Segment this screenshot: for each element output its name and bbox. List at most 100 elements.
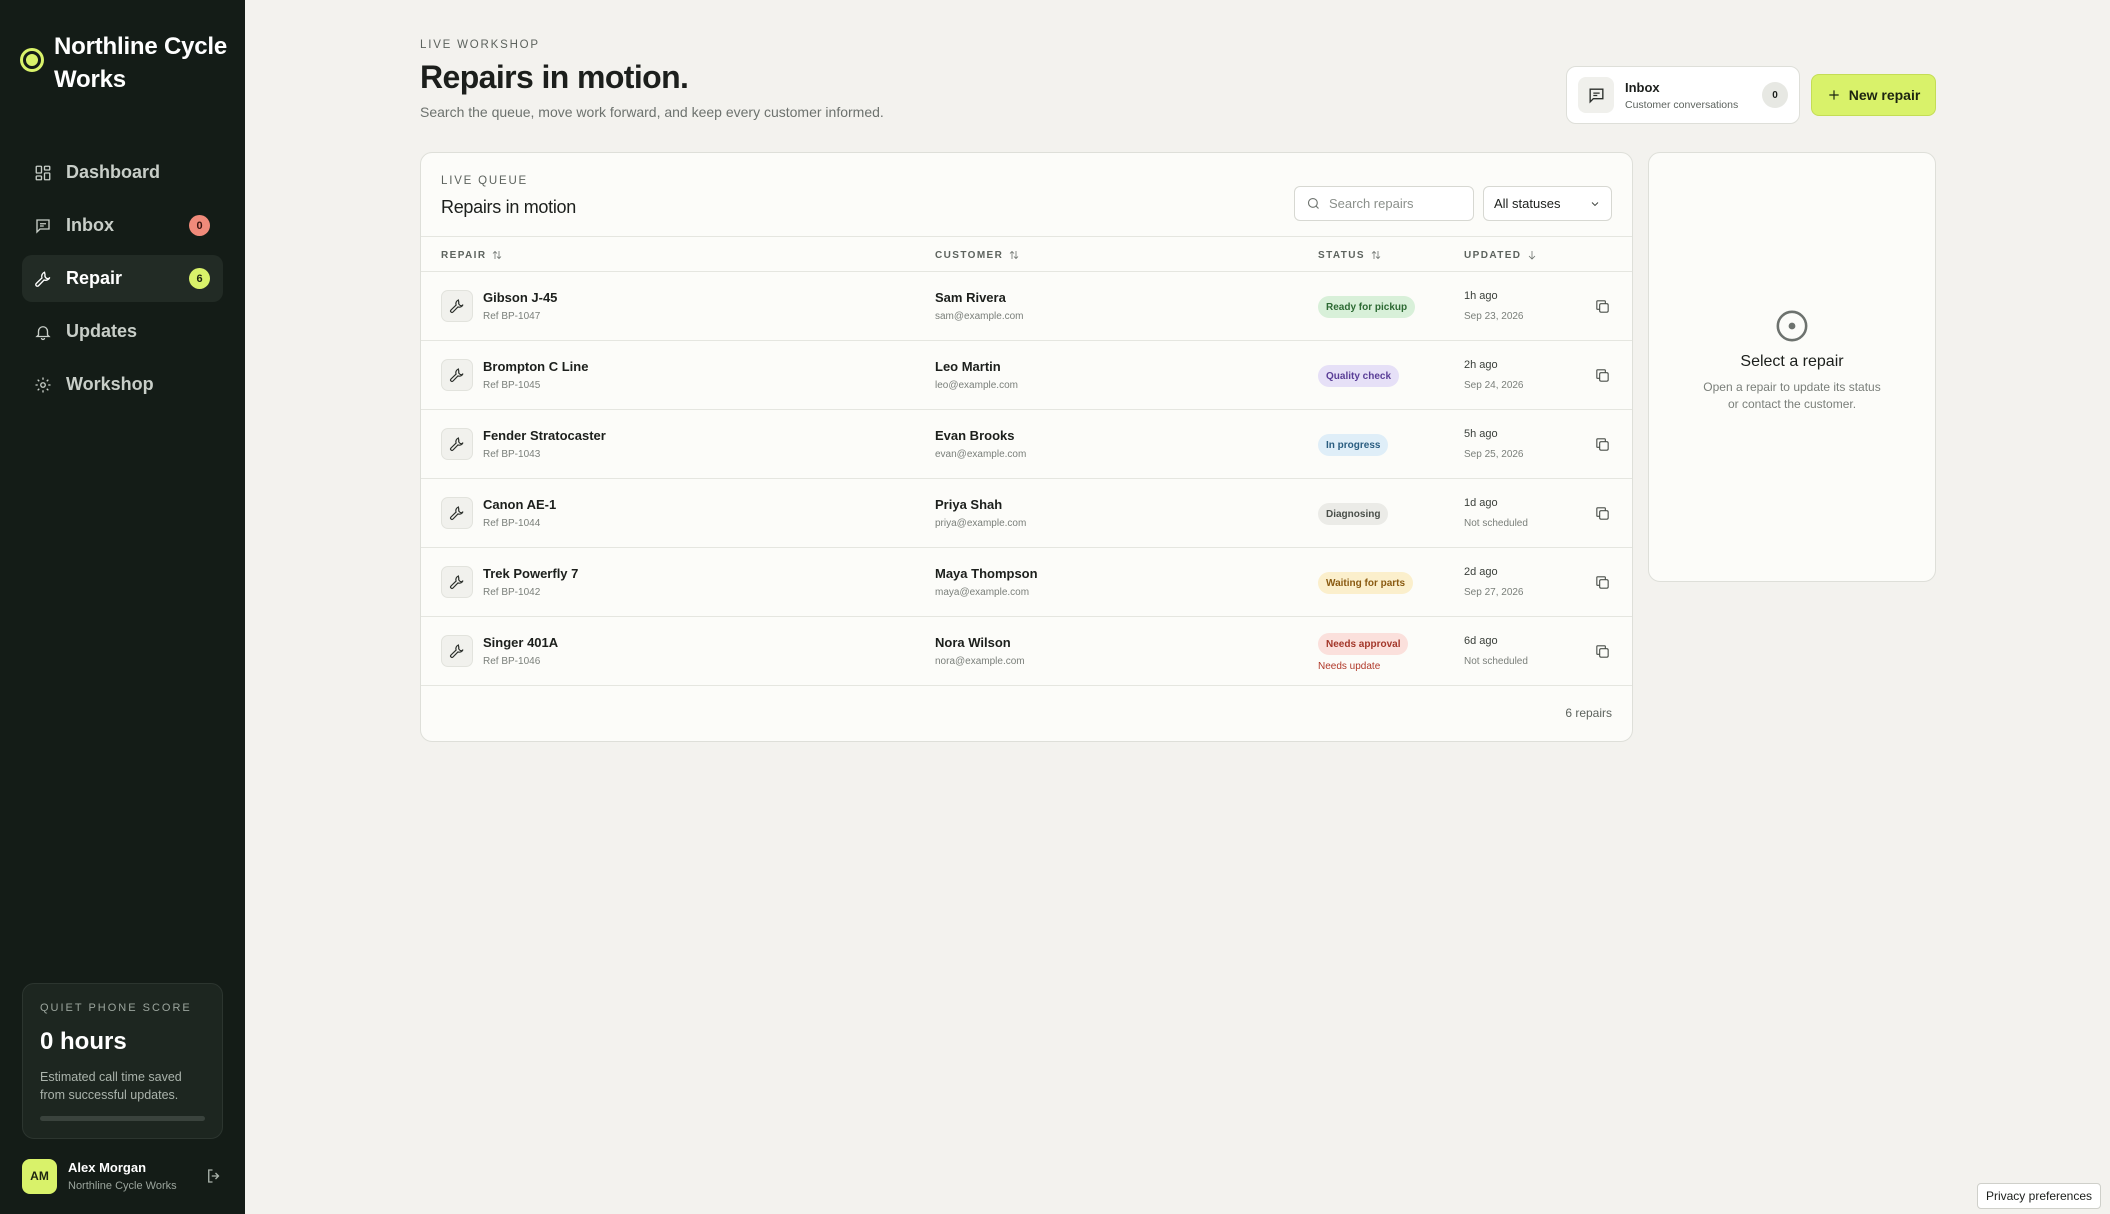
page-subtitle: Search the queue, move work forward, and… <box>420 104 884 120</box>
repair-tool-icon-box <box>441 359 473 391</box>
inbox-card[interactable]: Inbox Customer conversations 0 <box>1566 66 1800 124</box>
updated-date: Not scheduled <box>1464 518 1528 529</box>
sidebar-nav: Dashboard Inbox 0 Repair 6 Updates Works… <box>22 149 223 414</box>
repair-name[interactable]: Trek Powerfly 7 <box>483 566 578 581</box>
inbox-icon <box>36 218 50 234</box>
sidebar-item-label: Updates <box>66 321 138 341</box>
status-badge: In progress <box>1318 434 1389 456</box>
sort-icon <box>1371 250 1381 260</box>
updated-date: Sep 27, 2026 <box>1464 587 1524 598</box>
column-header-customer[interactable]: CUSTOMER <box>935 249 1020 261</box>
repair-tool-icon-box <box>441 566 473 598</box>
status-badge: Ready for pickup <box>1318 296 1416 318</box>
repair-tool-icon-box <box>441 428 473 460</box>
new-repair-label: New repair <box>1848 87 1921 103</box>
repair-name[interactable]: Canon AE-1 <box>483 497 556 512</box>
inbox-card-count: 0 <box>1762 82 1788 108</box>
copy-icon[interactable] <box>1594 436 1611 453</box>
repair-ref: Ref BP-1045 <box>483 380 541 391</box>
copy-icon[interactable] <box>1594 574 1611 591</box>
status-badge: Needs approval <box>1318 633 1409 655</box>
customer-email: nora@example.com <box>935 656 1025 667</box>
queue-eyebrow: LIVE QUEUE <box>441 175 529 187</box>
inbox-card-title: Inbox <box>1625 79 1660 95</box>
repair-tool-icon-box <box>441 635 473 667</box>
sidebar-item-label: Repair <box>66 268 123 288</box>
copy-icon[interactable] <box>1594 367 1611 384</box>
table-row[interactable]: Brompton C Line Ref BP-1045 Leo Martin leo@… <box>421 341 1632 410</box>
table-header: REPAIR CUSTOMER STATUS UPDATED <box>421 236 1632 272</box>
avatar[interactable]: AM <box>22 1158 57 1194</box>
search-input[interactable] <box>1329 196 1459 211</box>
customer-name: Maya Thompson <box>935 566 1038 581</box>
repair-name[interactable]: Gibson J-45 <box>483 290 557 305</box>
new-repair-button[interactable]: New repair <box>1811 74 1936 116</box>
column-label: UPDATED <box>1464 249 1522 261</box>
repair-detail-panel: Select a repair Open a repair to update … <box>1648 152 1936 582</box>
score-description: Estimated call time saved from successfu… <box>40 1070 182 1102</box>
chevron-down-icon <box>1591 201 1599 206</box>
search-field[interactable] <box>1294 186 1474 221</box>
updated-date: Sep 23, 2026 <box>1464 311 1524 322</box>
sidebar-item-updates[interactable]: Updates <box>22 308 223 355</box>
sidebar-item-workshop[interactable]: Workshop <box>22 361 223 408</box>
plus-icon <box>1829 90 1839 100</box>
inbox-count-badge: 0 <box>189 215 210 236</box>
copy-icon[interactable] <box>1594 298 1611 315</box>
table-row[interactable]: Canon AE-1 Ref BP-1044 Priya Shah priya@exa… <box>421 479 1632 548</box>
inbox-card-subtitle: Customer conversations <box>1625 98 1739 111</box>
wrench-icon <box>450 644 464 658</box>
table-row[interactable]: Singer 401A Ref BP-1046 Nora Wilson nora@ex… <box>421 617 1632 686</box>
customer-email: priya@example.com <box>935 518 1027 529</box>
status-note: Needs update <box>1318 661 1381 672</box>
customer-name: Evan Brooks <box>935 428 1015 443</box>
queue-title: Repairs in motion <box>441 197 576 217</box>
status-badge: Waiting for parts <box>1318 572 1414 594</box>
column-header-repair[interactable]: REPAIR <box>441 249 503 261</box>
customer-email: maya@example.com <box>935 587 1030 598</box>
repair-ref: Ref BP-1046 <box>483 656 541 667</box>
score-progress-bar <box>40 1116 205 1121</box>
user-org: Northline Cycle Works <box>68 1180 177 1192</box>
table-row[interactable]: Fender Stratocaster Ref BP-1043 Evan Brook… <box>421 410 1632 479</box>
quiet-phone-score-card: QUIET PHONE SCORE 0 hours Estimated call… <box>22 983 223 1139</box>
customer-name: Sam Rivera <box>935 290 1006 305</box>
table-row[interactable]: Gibson J-45 Ref BP-1047 Sam Rivera sam@exam… <box>421 272 1632 341</box>
logout-icon[interactable] <box>205 1167 223 1185</box>
score-value: 0 hours <box>40 1028 127 1055</box>
copy-icon[interactable] <box>1594 505 1611 522</box>
customer-name: Leo Martin <box>935 359 1001 374</box>
repair-name[interactable]: Brompton C Line <box>483 359 588 374</box>
copy-icon[interactable] <box>1594 643 1611 660</box>
status-badge: Quality check <box>1318 365 1400 387</box>
column-header-updated[interactable]: UPDATED <box>1464 249 1538 261</box>
sidebar-item-dashboard[interactable]: Dashboard <box>22 149 223 196</box>
repair-name[interactable]: Singer 401A <box>483 635 558 650</box>
empty-state-text: Open a repair to update its status or co… <box>1703 380 1881 411</box>
updated-date: Sep 25, 2026 <box>1464 449 1524 460</box>
sidebar-item-inbox[interactable]: Inbox 0 <box>22 202 223 249</box>
customer-email: leo@example.com <box>935 380 1018 391</box>
updated-date: Sep 24, 2026 <box>1464 380 1524 391</box>
customer-name: Nora Wilson <box>935 635 1011 650</box>
updated-date: Not scheduled <box>1464 656 1528 667</box>
score-label: QUIET PHONE SCORE <box>40 1002 192 1014</box>
status-filter-select[interactable]: All statuses <box>1483 186 1612 221</box>
repair-name[interactable]: Fender Stratocaster <box>483 428 606 443</box>
empty-state-title: Select a repair <box>1740 353 1844 370</box>
sidebar: Northline Cycle Works Dashboard Inbox 0 … <box>0 0 245 1214</box>
user-profile: AM Alex Morgan Northline Cycle Works <box>22 1157 223 1195</box>
privacy-preferences-button[interactable]: Privacy preferences <box>1977 1183 2101 1209</box>
updated-relative: 2d ago <box>1464 566 1498 578</box>
brand-logo-icon <box>20 48 44 72</box>
sidebar-item-label: Dashboard <box>66 162 161 182</box>
brand[interactable]: Northline Cycle Works <box>20 30 230 96</box>
sidebar-item-repair[interactable]: Repair 6 <box>22 255 223 302</box>
updated-relative: 5h ago <box>1464 428 1498 440</box>
table-row[interactable]: Trek Powerfly 7 Ref BP-1042 Maya Thompson m… <box>421 548 1632 617</box>
column-header-status[interactable]: STATUS <box>1318 249 1382 261</box>
wrench-icon <box>450 506 464 520</box>
repair-ref: Ref BP-1047 <box>483 311 541 322</box>
repair-tool-icon-box <box>441 290 473 322</box>
column-label: STATUS <box>1318 249 1365 261</box>
